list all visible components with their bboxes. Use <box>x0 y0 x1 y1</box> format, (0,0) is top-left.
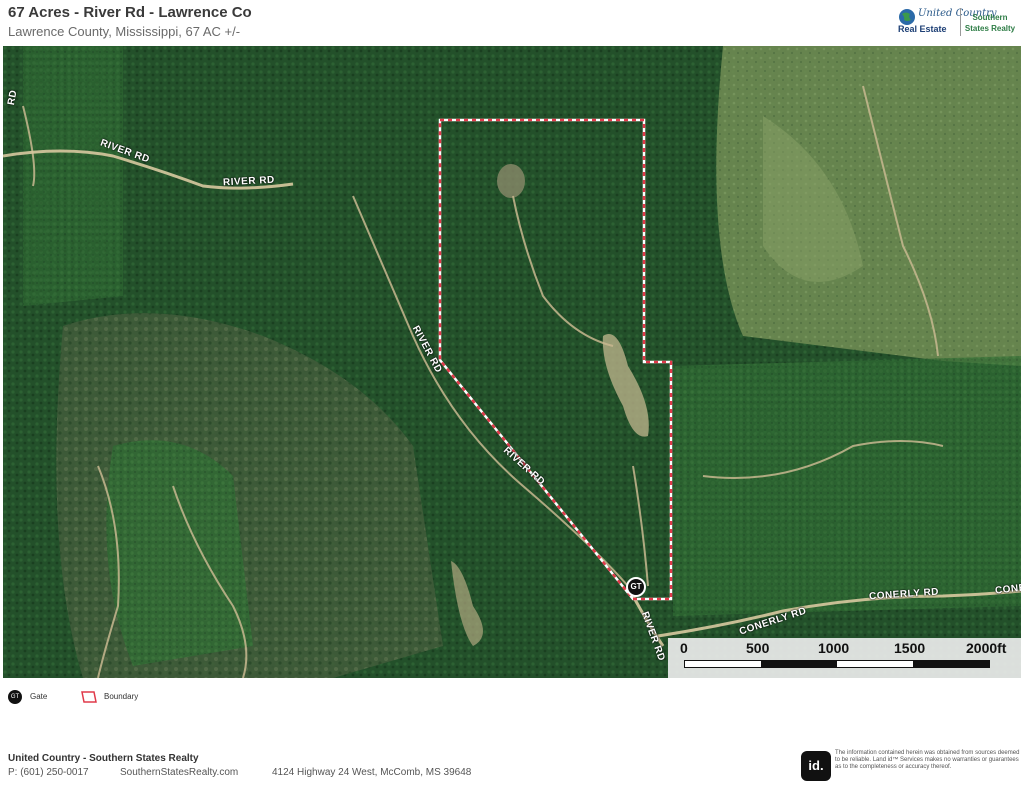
scale-track <box>684 660 990 668</box>
scale-label: 1000 <box>818 640 850 656</box>
footer-website-link[interactable]: SouthernStatesRealty.com <box>120 767 238 778</box>
scale-label: 500 <box>746 640 770 656</box>
scale-bar: 0 500 1000 1500 2000ft <box>668 638 1021 678</box>
scale-label: 1500 <box>894 640 926 656</box>
disclaimer-text: The information contained herein was obt… <box>835 750 1020 770</box>
legend-boundary-label: Boundary <box>104 692 139 701</box>
land-id-logo: id. <box>801 751 831 781</box>
satellite-imagery <box>3 46 1021 678</box>
footer: United Country - Southern States Realty … <box>0 748 1024 786</box>
page-title: 67 Acres - River Rd - Lawrence Co <box>8 4 252 21</box>
aerial-map[interactable]: RD RIVER RD RIVER RD RIVER RD RIVER RD R… <box>3 46 1021 678</box>
scale-label: 0 <box>680 640 688 656</box>
gate-icon: GT <box>8 690 22 704</box>
logo-real-estate: Real Estate <box>898 24 947 34</box>
footer-address: 4124 Highway 24 West, McComb, MS 39648 <box>272 767 472 778</box>
scale-label: 2000ft <box>966 640 1007 656</box>
footer-company: United Country - Southern States Realty <box>8 753 199 764</box>
boundary-icon <box>81 691 97 703</box>
logo-divider <box>960 8 961 36</box>
company-logo[interactable]: United Country Real Estate Southern Stat… <box>896 6 1016 40</box>
logo-states-realty: States Realty <box>964 24 1016 33</box>
logo-southern: Southern <box>972 13 1008 22</box>
map-legend: GT Gate Boundary <box>8 690 308 706</box>
gate-icon[interactable]: GT <box>626 577 646 597</box>
footer-phone[interactable]: P: (601) 250-0017 <box>8 767 89 778</box>
header: 67 Acres - River Rd - Lawrence Co Lawren… <box>0 0 1024 46</box>
page-subtitle: Lawrence County, Mississippi, 67 AC +/- <box>8 24 241 39</box>
legend-gate-label: Gate <box>30 692 48 701</box>
